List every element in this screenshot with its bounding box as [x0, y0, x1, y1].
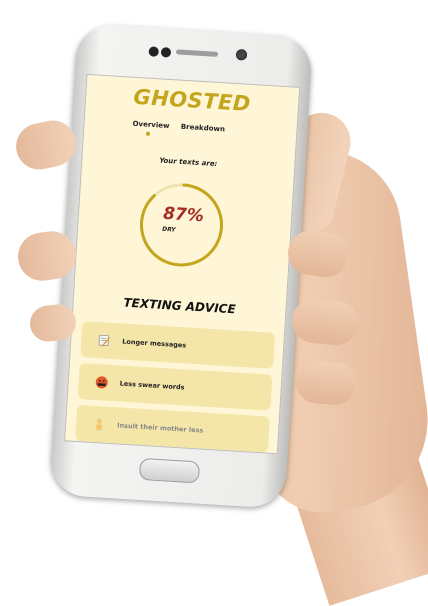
dryness-percent: 87%: [163, 204, 205, 226]
dryness-label: DRY: [162, 226, 176, 234]
sensor-dots: ●●: [148, 44, 174, 60]
angry-face-icon: [92, 373, 111, 392]
front-camera: [236, 49, 248, 61]
memo-icon: [95, 331, 114, 350]
app-title: GHOSTED: [86, 82, 299, 119]
phone-device: ●● GHOSTED Overview Breakdown Your texts…: [49, 23, 313, 509]
advice-label: Insult their mother less: [117, 421, 204, 434]
advice-card-less-swear-words[interactable]: Less swear words: [78, 363, 273, 411]
speaker-grill: [176, 49, 218, 57]
dryness-subtitle: Your texts are:: [82, 152, 294, 173]
active-tab-indicator: [146, 132, 150, 136]
tab-bar: Overview Breakdown: [132, 120, 234, 134]
advice-card-longer-messages[interactable]: Longer messages: [80, 321, 275, 369]
app-screen: GHOSTED Overview Breakdown Your texts ar…: [64, 74, 300, 454]
home-button[interactable]: [139, 458, 200, 484]
advice-heading: TEXTING ADVICE: [73, 293, 285, 320]
tab-breakdown[interactable]: Breakdown: [181, 123, 226, 134]
advice-label: Longer messages: [122, 338, 186, 350]
advice-card-insult-mother[interactable]: Insult their mother less: [75, 405, 270, 453]
person-icon: [90, 415, 109, 434]
advice-label: Less swear words: [119, 379, 184, 391]
tab-overview[interactable]: Overview: [132, 120, 169, 130]
finger-ring: [295, 360, 358, 406]
